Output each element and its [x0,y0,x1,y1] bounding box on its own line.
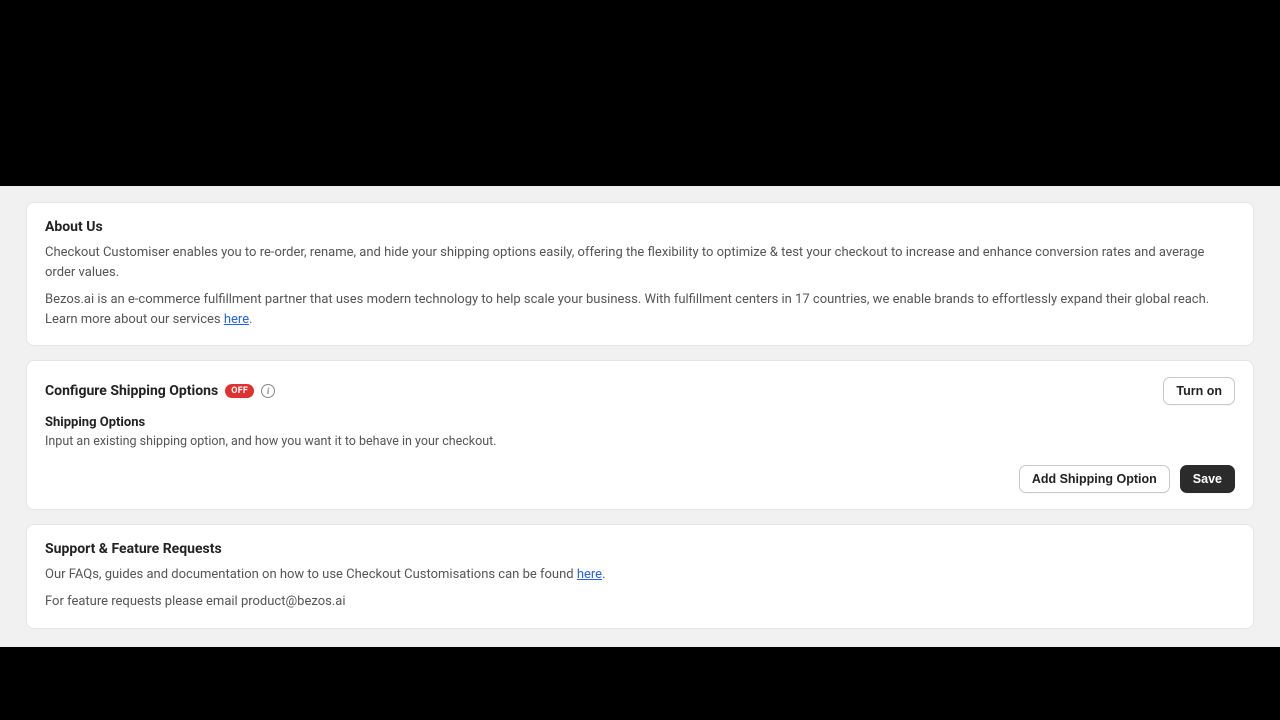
status-badge-off: OFF [225,384,254,398]
shipping-options-description: Input an existing shipping option, and h… [45,433,1235,451]
support-paragraph-1: Our FAQs, guides and documentation on ho… [45,565,1235,585]
support-heading: Support & Feature Requests [45,541,1235,557]
about-us-paragraph-2: Bezos.ai is an e-commerce fulfillment pa… [45,290,1235,329]
configure-title-group: Configure Shipping Options OFF i [45,383,275,399]
configure-action-row: Add Shipping Option Save [45,465,1235,493]
about-us-p2-prefix: Bezos.ai is an e-commerce fulfillment pa… [45,292,1209,327]
support-p1-prefix: Our FAQs, guides and documentation on ho… [45,567,577,582]
add-shipping-option-button[interactable]: Add Shipping Option [1019,465,1170,493]
about-us-paragraph-1: Checkout Customiser enables you to re-or… [45,243,1235,282]
save-button[interactable]: Save [1180,465,1235,493]
support-card: Support & Feature Requests Our FAQs, gui… [26,524,1254,629]
shipping-options-subheading: Shipping Options [45,415,1235,430]
bottom-black-bar [0,647,1280,720]
about-us-p2-suffix: . [249,312,252,327]
top-black-bar [0,0,1280,186]
support-paragraph-2: For feature requests please email produc… [45,592,1235,612]
turn-on-button[interactable]: Turn on [1163,377,1235,405]
support-here-link[interactable]: here [577,567,602,582]
about-us-heading: About Us [45,219,1235,235]
configure-title: Configure Shipping Options [45,383,218,399]
configure-shipping-card: Configure Shipping Options OFF i Turn on… [26,360,1254,510]
about-us-card: About Us Checkout Customiser enables you… [26,202,1254,346]
info-icon[interactable]: i [261,384,275,398]
support-p1-suffix: . [602,567,605,582]
configure-header-row: Configure Shipping Options OFF i Turn on [45,377,1235,405]
content-area: About Us Checkout Customiser enables you… [0,186,1280,647]
about-us-here-link[interactable]: here [224,312,249,327]
